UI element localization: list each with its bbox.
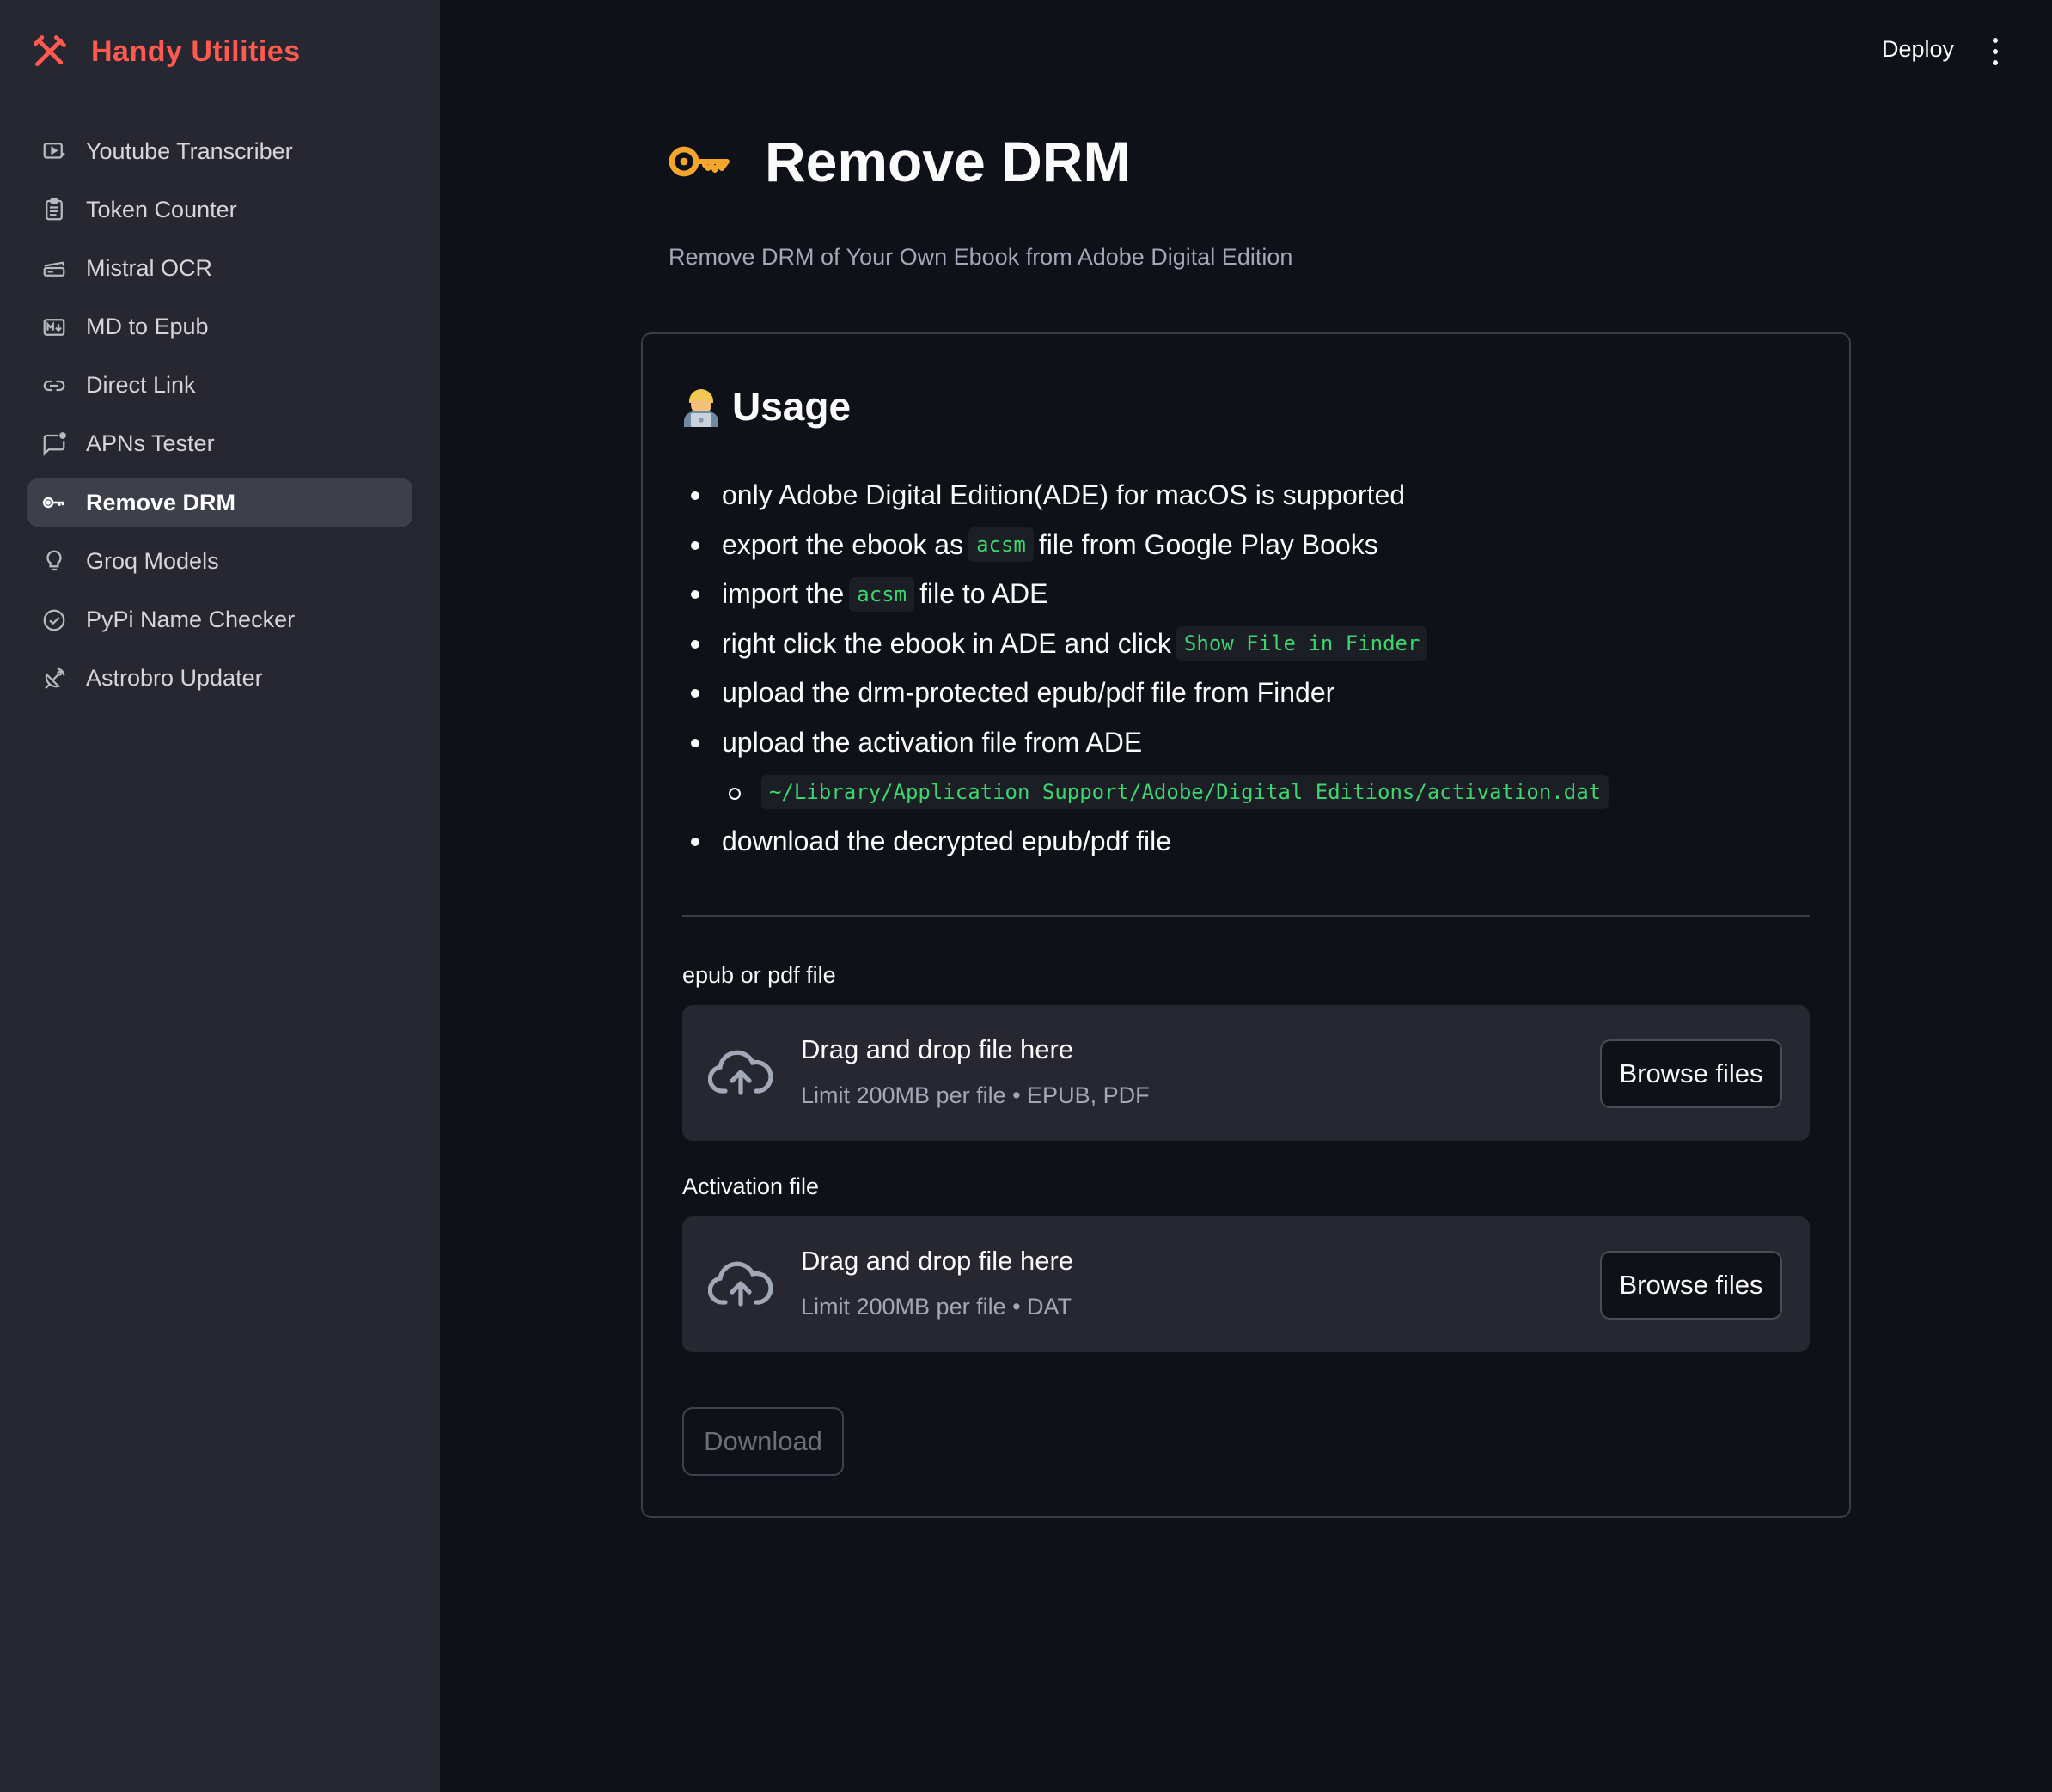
notification-icon bbox=[43, 432, 66, 456]
inline-code: ~/Library/Application Support/Adobe/Digi… bbox=[761, 775, 1609, 809]
page-subtitle: Remove DRM of Your Own Ebook from Adobe … bbox=[669, 244, 1293, 270]
scanner-icon bbox=[43, 261, 65, 277]
usage-title: Usage bbox=[732, 384, 852, 429]
inline-code: acsm bbox=[849, 576, 915, 612]
browse-files-button[interactable]: Browse files bbox=[1600, 1251, 1782, 1320]
clipboard-icon bbox=[46, 198, 63, 221]
lightbulb-icon bbox=[46, 550, 62, 571]
sidebar-item-apns-tester[interactable]: APNs Tester bbox=[27, 420, 412, 468]
browse-files-button[interactable]: Browse files bbox=[1600, 1039, 1782, 1108]
kebab-menu-icon[interactable] bbox=[1990, 38, 2000, 65]
cloud-upload-icon bbox=[708, 1050, 773, 1095]
sidebar-item-label: Remove DRM bbox=[86, 489, 236, 515]
list-item: upload the activation file from ADE bbox=[687, 718, 1805, 768]
markdown-icon bbox=[43, 318, 65, 336]
sidebar-item-label: Mistral OCR bbox=[86, 254, 212, 281]
app-name: Handy Utilities bbox=[91, 34, 301, 68]
key-icon bbox=[42, 497, 64, 509]
sidebar-item-label: Astrobro Updater bbox=[86, 665, 263, 692]
usage-steps: only Adobe Digital Edition(ADE) for macO… bbox=[687, 471, 1805, 867]
sidebar-item-label: MD to Epub bbox=[86, 314, 209, 340]
list-item: import the acsm file to ADE bbox=[687, 570, 1805, 619]
activation-uploader-label: Activation file bbox=[682, 1173, 820, 1199]
sidebar-item-pypi-name-checker[interactable]: PyPi Name Checker bbox=[27, 596, 412, 644]
key-icon bbox=[669, 146, 730, 177]
sidebar-item-direct-link[interactable]: Direct Link bbox=[27, 362, 412, 410]
inline-code: Show File in Finder bbox=[1176, 626, 1428, 661]
list-item: upload the drm-protected epub/pdf file f… bbox=[687, 668, 1805, 718]
sidebar-item-groq-models[interactable]: Groq Models bbox=[27, 537, 412, 585]
satellite-icon bbox=[45, 667, 65, 689]
list-item: export the ebook as acsm file from Googl… bbox=[687, 521, 1805, 570]
list-item: right click the ebook in ADE and click S… bbox=[687, 619, 1805, 669]
page-title: Remove DRM bbox=[765, 130, 1131, 193]
video-icon bbox=[43, 143, 65, 159]
sidebar-item-label: PyPi Name Checker bbox=[86, 606, 296, 632]
sidebar-item-astrobro-updater[interactable]: Astrobro Updater bbox=[27, 655, 412, 703]
sidebar-item-label: Groq Models bbox=[86, 547, 219, 574]
technologist-emoji bbox=[684, 389, 718, 427]
link-icon bbox=[43, 380, 65, 391]
cloud-upload-icon bbox=[708, 1261, 773, 1307]
dropzone-limit: Limit 200MB per file • EPUB, PDF bbox=[801, 1082, 1150, 1108]
sidebar-item-mistral-ocr[interactable]: Mistral OCR bbox=[27, 244, 412, 292]
sub-list-item: ~/Library/Application Support/Adobe/Digi… bbox=[687, 767, 1805, 817]
epub-uploader-label: epub or pdf file bbox=[682, 962, 836, 988]
dropzone-title: Drag and drop file here bbox=[801, 1034, 1074, 1064]
dropzone-limit: Limit 200MB per file • DAT bbox=[801, 1294, 1072, 1320]
sidebar: Handy Utilities Youtube Transcriber Toke… bbox=[0, 0, 440, 1792]
sidebar-item-label: APNs Tester bbox=[86, 430, 215, 457]
sidebar-item-youtube-transcriber[interactable]: Youtube Transcriber bbox=[27, 127, 412, 175]
check-circle-icon bbox=[43, 609, 65, 631]
sidebar-nav: Youtube Transcriber Token Counter Mistra… bbox=[27, 127, 412, 713]
sidebar-item-label: Youtube Transcriber bbox=[86, 137, 293, 164]
inline-code: acsm bbox=[968, 527, 1034, 563]
brand[interactable]: Handy Utilities bbox=[31, 33, 301, 70]
dropzone-title: Drag and drop file here bbox=[801, 1246, 1074, 1276]
sidebar-item-label: Token Counter bbox=[86, 196, 237, 222]
sidebar-item-label: Direct Link bbox=[86, 372, 196, 399]
deploy-button[interactable]: Deploy bbox=[1882, 36, 1954, 63]
sidebar-item-remove-drm[interactable]: Remove DRM bbox=[27, 478, 412, 527]
list-item: only Adobe Digital Edition(ADE) for macO… bbox=[687, 471, 1805, 521]
sidebar-item-token-counter[interactable]: Token Counter bbox=[27, 186, 412, 234]
activation-file-dropzone[interactable]: Drag and drop file here Limit 200MB per … bbox=[682, 1216, 1810, 1352]
tools-icon bbox=[34, 35, 66, 67]
download-button[interactable]: Download bbox=[682, 1407, 844, 1476]
list-item: download the decrypted epub/pdf file bbox=[687, 817, 1805, 867]
usage-heading: Usage bbox=[682, 383, 851, 430]
page-header: Remove DRM bbox=[669, 129, 1130, 194]
epub-file-dropzone[interactable]: Drag and drop file here Limit 200MB per … bbox=[682, 1005, 1810, 1141]
divider bbox=[682, 915, 1810, 917]
sidebar-item-md-to-epub[interactable]: MD to Epub bbox=[27, 303, 412, 351]
